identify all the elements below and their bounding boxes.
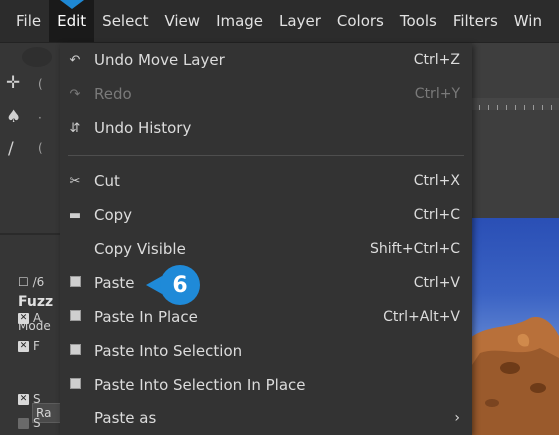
redo-icon: ↷ bbox=[69, 86, 81, 102]
menu-tools[interactable]: Tools bbox=[392, 0, 445, 42]
menu-windows[interactable]: Win bbox=[506, 0, 550, 42]
paint-tool-icon[interactable]: ♠ bbox=[6, 107, 21, 127]
menu-item-paste-in-place[interactable]: Paste In Place Ctrl+Alt+V bbox=[60, 300, 472, 334]
menu-item-label: Paste Into Selection In Place bbox=[94, 376, 306, 394]
copy-icon: ▬ bbox=[68, 207, 82, 223]
menu-item-copy[interactable]: ▬ Copy Ctrl+C bbox=[60, 198, 472, 232]
toolbox: ✛ ♠ / ( · ( ☐ /6 Fuzz Mode ✕ A ✕ F Ra ✕ … bbox=[0, 43, 62, 435]
menu-item-copy-visible[interactable]: Copy Visible Shift+Ctrl+C bbox=[60, 232, 472, 266]
option-sample[interactable]: ✕ S bbox=[18, 392, 41, 406]
paste-icon bbox=[67, 275, 83, 291]
option-label: S bbox=[33, 416, 41, 430]
edit-menu: ↶ Undo Move Layer Ctrl+Z ↷ Redo Ctrl+Y ⇵… bbox=[60, 43, 472, 435]
menu-file[interactable]: File bbox=[0, 0, 49, 42]
menu-item-label: Undo History bbox=[94, 119, 192, 137]
option-label: S bbox=[33, 392, 41, 406]
tool-group-icon[interactable]: · bbox=[38, 111, 42, 125]
menu-layer[interactable]: Layer bbox=[271, 0, 329, 42]
tool-preview-icon bbox=[22, 47, 52, 67]
shortcut-label: Shift+Ctrl+C bbox=[370, 241, 460, 257]
menu-item-label: Undo Move Layer bbox=[94, 51, 225, 69]
menu-item-label: Copy bbox=[94, 206, 133, 224]
menu-image[interactable]: Image bbox=[208, 0, 271, 42]
image-canvas[interactable] bbox=[470, 218, 559, 435]
menu-item-label: Paste bbox=[94, 274, 135, 292]
panel-divider bbox=[0, 233, 62, 235]
menu-item-undo[interactable]: ↶ Undo Move Layer Ctrl+Z bbox=[60, 43, 472, 77]
menu-view[interactable]: View bbox=[156, 0, 208, 42]
rock-photo bbox=[470, 317, 559, 435]
checkbox-checked-icon[interactable]: ✕ bbox=[18, 340, 29, 352]
tool-group-icon[interactable]: ( bbox=[38, 141, 43, 155]
option-feather[interactable]: ✕ F bbox=[18, 339, 40, 353]
tool-group-icon[interactable]: ( bbox=[38, 77, 43, 91]
step-callout: 6 bbox=[160, 265, 200, 305]
move-tool-icon[interactable]: ✛ bbox=[6, 73, 20, 93]
menu-item-undo-history[interactable]: ⇵ Undo History bbox=[60, 111, 472, 145]
menu-item-label: Copy Visible bbox=[94, 240, 186, 258]
shortcut-label: Ctrl+Alt+V bbox=[383, 309, 460, 325]
menu-item-cut[interactable]: ✂ Cut Ctrl+X bbox=[60, 164, 472, 198]
shortcut-label: Ctrl+Z bbox=[413, 52, 460, 68]
shortcut-label: Ctrl+C bbox=[413, 207, 460, 223]
tool-options-tab-icon[interactable]: ☐ /6 bbox=[18, 275, 44, 289]
checkbox-icon[interactable] bbox=[18, 417, 29, 429]
checkbox-checked-icon[interactable]: ✕ bbox=[18, 393, 29, 405]
option-label: A bbox=[33, 311, 42, 325]
menu-select[interactable]: Select bbox=[94, 0, 156, 42]
option-label: F bbox=[33, 339, 40, 353]
menu-item-paste-into-selection[interactable]: Paste Into Selection bbox=[60, 334, 472, 368]
undo-history-icon: ⇵ bbox=[69, 120, 81, 136]
undo-icon: ↶ bbox=[69, 52, 81, 68]
menu-item-paste-into-selection-in-place[interactable]: Paste Into Selection In Place bbox=[60, 368, 472, 402]
horizontal-ruler bbox=[470, 98, 559, 110]
paste-into-selection-icon bbox=[67, 343, 83, 359]
menu-filters[interactable]: Filters bbox=[445, 0, 506, 42]
menu-item-paste-as[interactable]: Paste as › bbox=[60, 401, 472, 435]
shortcut-label: Ctrl+X bbox=[413, 173, 460, 189]
option-antialias[interactable]: ✕ A bbox=[18, 311, 41, 325]
menu-colors[interactable]: Colors bbox=[329, 0, 392, 42]
paste-into-selection-in-place-icon bbox=[67, 377, 83, 393]
menu-item-label: Redo bbox=[94, 85, 132, 103]
menu-item-redo: ↷ Redo Ctrl+Y bbox=[60, 77, 472, 111]
menu-separator bbox=[68, 155, 464, 156]
cut-icon: ✂ bbox=[69, 173, 81, 189]
tool-options-title: Fuzz bbox=[18, 294, 54, 310]
checkbox-checked-icon[interactable]: ✕ bbox=[18, 312, 29, 324]
pencil-tool-icon[interactable]: / bbox=[8, 139, 14, 159]
shortcut-label: Ctrl+Y bbox=[414, 86, 460, 102]
step-marker-arrow-icon bbox=[60, 0, 84, 9]
menu-item-label: Cut bbox=[94, 172, 120, 190]
paste-in-place-icon bbox=[67, 309, 83, 325]
submenu-arrow-icon: › bbox=[454, 410, 460, 426]
menu-item-label: Paste In Place bbox=[94, 308, 198, 326]
menu-item-label: Paste Into Selection bbox=[94, 342, 243, 360]
shortcut-label: Ctrl+V bbox=[413, 275, 460, 291]
option-select[interactable]: S bbox=[18, 416, 41, 430]
menu-item-paste[interactable]: Paste Ctrl+V bbox=[60, 266, 472, 300]
menu-item-label: Paste as bbox=[94, 409, 157, 427]
